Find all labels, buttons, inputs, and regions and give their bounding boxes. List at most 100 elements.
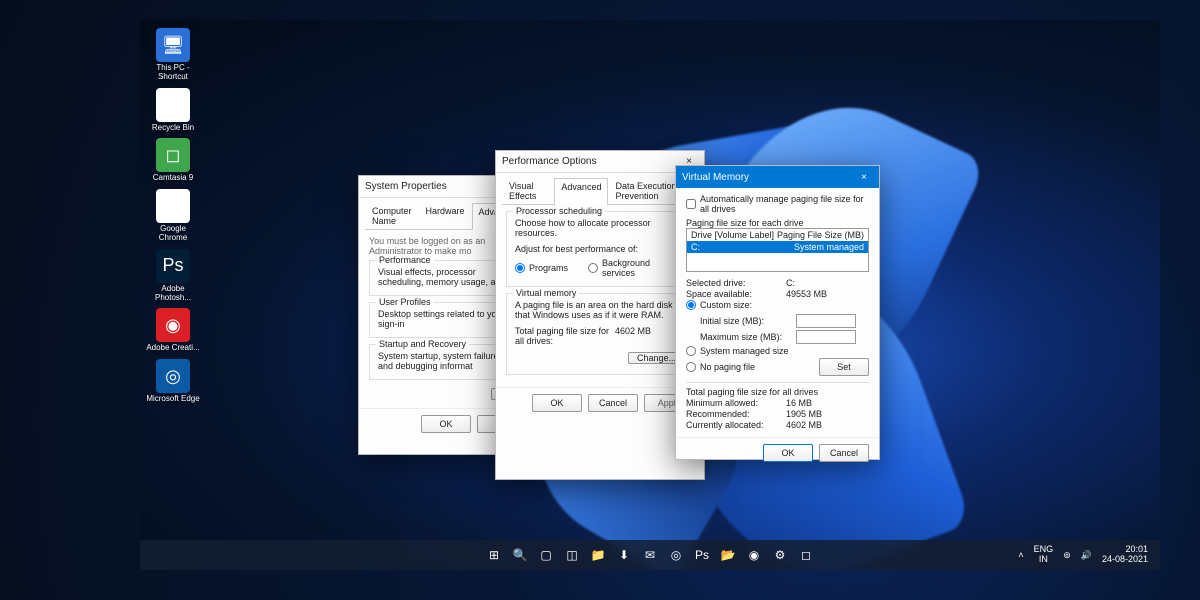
group-desc: Choose how to allocate processor resourc…	[515, 218, 685, 238]
volume-icon[interactable]: 🔊	[1081, 550, 1092, 561]
titlebar[interactable]: Virtual Memory ×	[676, 166, 879, 188]
desktop-icon-this-pc[interactable]: 🖥 This PC - Shortcut	[146, 28, 200, 82]
each-drive-label: Paging file size for each drive	[686, 218, 869, 228]
desktop: 🖥 This PC - Shortcut 🗑 Recycle Bin ◻ Camtasia…	[140, 20, 1160, 570]
icon-label: Google Chrome	[146, 225, 200, 243]
icon-label: Adobe Creati...	[146, 344, 200, 353]
group-label: Performance	[376, 255, 434, 265]
tab-hardware[interactable]: Hardware	[419, 202, 472, 229]
window-title: System Properties	[365, 181, 447, 192]
tray-chevron-icon[interactable]: ˄	[1018, 550, 1023, 560]
ok-button[interactable]: OK	[421, 415, 471, 433]
icon-label: This PC - Shortcut	[146, 64, 200, 82]
group-label: Virtual memory	[513, 288, 579, 298]
window-title: Virtual Memory	[682, 172, 749, 183]
drive-list[interactable]: Drive [Volume Label]Paging File Size (MB…	[686, 228, 869, 272]
total-value: 4602 MB	[615, 326, 651, 346]
icon-label: Adobe Photosh...	[146, 285, 200, 303]
taskbar-mail-icon[interactable]: ✉	[639, 544, 661, 566]
group-label: Startup and Recovery	[376, 339, 469, 349]
cancel-button[interactable]: Cancel	[588, 394, 638, 412]
taskbar-camtasia-icon[interactable]: ◻	[795, 544, 817, 566]
col-drive: Drive [Volume Label]	[691, 230, 777, 240]
photoshop-icon: Ps	[156, 249, 190, 283]
drive-row-c[interactable]: C:System managed	[687, 241, 868, 253]
taskbar-start-icon[interactable]: ⊞	[483, 544, 505, 566]
space-value: 49553 MB	[786, 289, 827, 299]
radio-background[interactable]: Background services	[588, 258, 685, 278]
desktop-icon-chrome[interactable]: ◉ Google Chrome	[146, 189, 200, 243]
taskbar-task-view-icon[interactable]: ▢	[535, 544, 557, 566]
selected-drive-label: Selected drive:	[686, 278, 786, 288]
group-label: Processor scheduling	[513, 206, 605, 216]
icon-label: Camtasia 9	[146, 174, 200, 183]
wifi-icon[interactable]: ⊚	[1063, 550, 1071, 561]
this-pc-icon: 🖥	[156, 28, 190, 62]
taskbar-apps: ⊞🔍▢◫📁⬇✉◎Ps📂◉⚙◻	[483, 544, 817, 566]
icon-label: Microsoft Edge	[146, 395, 200, 404]
rec-label: Recommended:	[686, 409, 786, 419]
taskbar-search-icon[interactable]: 🔍	[509, 544, 531, 566]
tab-advanced[interactable]: Advanced	[554, 178, 608, 205]
tab-visual-effects[interactable]: Visual Effects	[502, 177, 554, 204]
ok-button[interactable]: OK	[763, 444, 813, 462]
desktop-icon-recycle-bin[interactable]: 🗑 Recycle Bin	[146, 88, 200, 133]
group-desc: A paging file is an area on the hard dis…	[515, 300, 685, 320]
window-performance-options[interactable]: Performance Options × Visual EffectsAdva…	[495, 150, 705, 480]
chrome-icon: ◉	[156, 189, 190, 223]
taskbar[interactable]: ⊞🔍▢◫📁⬇✉◎Ps📂◉⚙◻ ˄ ENGIN ⊚ 🔊 20:0124-08-20…	[140, 540, 1160, 570]
initial-size-label: Initial size (MB):	[700, 316, 790, 326]
desktop-icon-creative-cloud[interactable]: ◉ Adobe Creati...	[146, 308, 200, 353]
radio-system-managed[interactable]: System managed size	[686, 346, 789, 356]
camtasia-icon: ◻	[156, 138, 190, 172]
radio-no-paging[interactable]: No paging file	[686, 362, 819, 372]
icon-label: Recycle Bin	[146, 124, 200, 133]
tab-computer-name[interactable]: Computer Name	[365, 202, 419, 229]
taskbar-store-icon[interactable]: ⬇	[613, 544, 635, 566]
rec-value: 1905 MB	[786, 409, 822, 419]
tabs: Visual EffectsAdvancedData Execution Pre…	[502, 177, 698, 205]
lang-secondary[interactable]: IN	[1034, 555, 1054, 565]
min-label: Minimum allowed:	[686, 398, 786, 408]
cur-label: Currently allocated:	[686, 420, 786, 430]
system-tray[interactable]: ˄ ENGIN ⊚ 🔊 20:0124-08-2021	[1018, 545, 1160, 565]
titlebar[interactable]: Performance Options ×	[496, 151, 704, 173]
group-label: User Profiles	[376, 297, 434, 307]
creative-cloud-icon: ◉	[156, 308, 190, 342]
selected-drive-value: C:	[786, 278, 795, 288]
totals-label: Total paging file size for all drives	[686, 387, 869, 397]
ok-button[interactable]: OK	[532, 394, 582, 412]
taskbar-explorer2-icon[interactable]: 📂	[717, 544, 739, 566]
close-icon[interactable]: ×	[855, 172, 873, 183]
desktop-icon-edge[interactable]: ◎ Microsoft Edge	[146, 359, 200, 404]
max-size-label: Maximum size (MB):	[700, 332, 790, 342]
button-row: OK Cancel	[676, 437, 879, 468]
total-label: Total paging file size for all drives:	[515, 326, 615, 346]
button-row: OK Cancel Apply	[496, 387, 704, 418]
cur-value: 4602 MB	[786, 420, 822, 430]
taskbar-settings-icon[interactable]: ⚙	[769, 544, 791, 566]
set-button[interactable]: Set	[819, 358, 869, 376]
desktop-icons: 🖥 This PC - Shortcut 🗑 Recycle Bin ◻ Camtasia…	[146, 28, 204, 410]
taskbar-widgets-icon[interactable]: ◫	[561, 544, 583, 566]
min-value: 16 MB	[786, 398, 812, 408]
space-label: Space available:	[686, 289, 786, 299]
radio-custom-size[interactable]: Custom size:	[686, 300, 752, 310]
max-size-input[interactable]	[796, 330, 856, 344]
window-virtual-memory[interactable]: Virtual Memory × Automatically manage pa…	[675, 165, 880, 460]
edge-icon: ◎	[156, 359, 190, 393]
taskbar-edge-icon[interactable]: ◎	[665, 544, 687, 566]
group-proc-scheduling: Processor scheduling Choose how to alloc…	[506, 211, 694, 287]
clock[interactable]: 20:0124-08-2021	[1102, 545, 1148, 565]
adjust-label: Adjust for best performance of:	[515, 244, 685, 254]
cancel-button[interactable]: Cancel	[819, 444, 869, 462]
radio-programs[interactable]: Programs	[515, 258, 568, 278]
taskbar-photoshop-icon[interactable]: Ps	[691, 544, 713, 566]
taskbar-explorer-icon[interactable]: 📁	[587, 544, 609, 566]
recycle-bin-icon: 🗑	[156, 88, 190, 122]
desktop-icon-photoshop[interactable]: Ps Adobe Photosh...	[146, 249, 200, 303]
taskbar-chrome-icon[interactable]: ◉	[743, 544, 765, 566]
desktop-icon-camtasia[interactable]: ◻ Camtasia 9	[146, 138, 200, 183]
check-auto-manage[interactable]: Automatically manage paging file size fo…	[686, 194, 869, 214]
initial-size-input[interactable]	[796, 314, 856, 328]
